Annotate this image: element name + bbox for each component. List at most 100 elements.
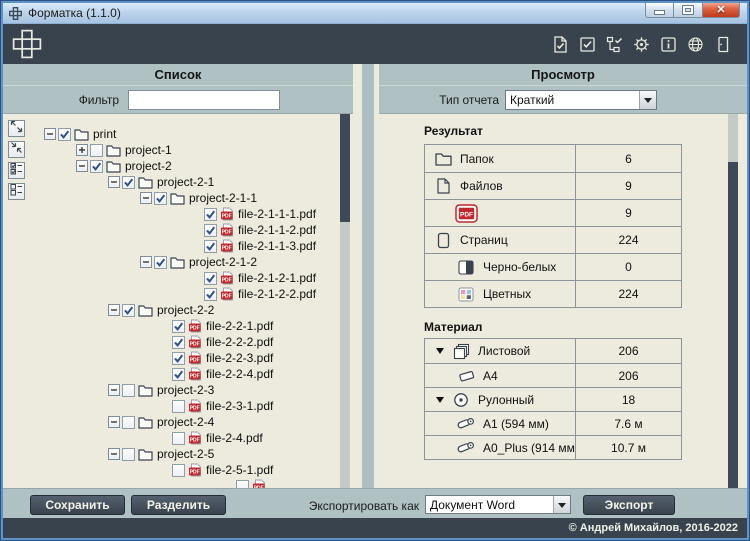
folder-icon <box>138 176 153 189</box>
tree-checkbox[interactable] <box>172 400 185 413</box>
export-button[interactable]: Экспорт <box>583 495 675 515</box>
tree-row-folder[interactable]: project-2-5 <box>3 446 341 462</box>
tree-row-file[interactable]: PDFfile-2-5-1.pdf <box>3 462 341 478</box>
tree-scrollbar-track[interactable] <box>340 222 350 488</box>
tree-row-file[interactable]: PDFfile-2-4.pdf <box>3 430 341 446</box>
tree-checkbox[interactable] <box>122 384 135 397</box>
tree-row-folder[interactable]: project-1 <box>3 142 341 158</box>
tree-checkbox[interactable] <box>172 464 185 477</box>
tree-row-file[interactable]: PDFfile-2-2-1.pdf <box>3 318 341 334</box>
main-toolbar <box>3 24 747 64</box>
export-format-select[interactable]: Документ Word <box>425 495 571 514</box>
tree-expander-minus[interactable] <box>140 256 152 268</box>
bw-pages-icon <box>453 260 479 275</box>
tree-checkbox[interactable] <box>172 320 185 333</box>
material-row: Листовой206 <box>425 339 681 363</box>
settings-gear-icon[interactable] <box>633 36 650 53</box>
panel-splitter[interactable] <box>362 64 374 488</box>
list-panel-title: Список <box>155 67 202 82</box>
tree-row-folder[interactable]: project-2-3 <box>3 382 341 398</box>
pdf-file-icon: PDF <box>188 319 202 333</box>
material-row-value: 206 <box>575 339 681 363</box>
folder-icon <box>138 416 153 429</box>
tree-checkbox[interactable] <box>204 272 217 285</box>
tree-row-folder[interactable]: project-2-1-1 <box>3 190 341 206</box>
collapse-triangle-icon[interactable] <box>436 348 444 354</box>
dropdown-arrow-icon[interactable] <box>639 91 656 109</box>
tree-checkbox[interactable] <box>154 256 167 269</box>
report-scrollbar-thumb[interactable] <box>728 162 738 488</box>
report-scrollbar-track[interactable] <box>728 114 738 162</box>
tree-checkbox[interactable] <box>90 160 103 173</box>
tree-expander-minus[interactable] <box>140 192 152 204</box>
svg-text:PDF: PDF <box>190 342 200 348</box>
result-row-value: 224 <box>575 281 681 307</box>
tree-row-file[interactable]: PDFfile-2-1-1-1.pdf <box>3 206 341 222</box>
tree-item-label: project-2-1-2 <box>189 255 257 269</box>
maximize-button[interactable] <box>674 3 703 18</box>
material-row-label-cell: A4 <box>425 369 575 383</box>
tree-checkbox[interactable] <box>154 192 167 205</box>
info-icon[interactable] <box>660 36 677 53</box>
report-type-select[interactable]: Краткий <box>505 90 657 110</box>
tree-expander-minus[interactable] <box>108 448 120 460</box>
tree-expander-minus[interactable] <box>76 160 88 172</box>
tree-checkbox[interactable] <box>204 240 217 253</box>
tree-checkbox[interactable] <box>204 288 217 301</box>
tree-expander-plus[interactable] <box>76 144 88 156</box>
tree-item-label: file-2-1-1-3.pdf <box>238 239 316 253</box>
save-button[interactable]: Сохранить <box>30 495 125 515</box>
tree-item-label: print <box>93 127 116 141</box>
tree-expander-minus[interactable] <box>108 304 120 316</box>
svg-text:PDF: PDF <box>222 246 232 252</box>
tree-checkbox[interactable] <box>122 416 135 429</box>
tree-row-folder[interactable]: print <box>3 126 341 142</box>
tree-checkbox[interactable] <box>58 128 71 141</box>
tree-row-folder[interactable]: project-2 <box>3 158 341 174</box>
tree-row-file[interactable]: PDFfile-2-1-1-2.pdf <box>3 222 341 238</box>
split-button[interactable]: Разделить <box>131 495 226 515</box>
tree-expander-minus[interactable] <box>108 384 120 396</box>
report-scrollbar[interactable] <box>728 114 738 488</box>
tree-check-icon[interactable] <box>606 36 623 53</box>
tree-row-file[interactable]: PDFfile-2-2-3.pdf <box>3 350 341 366</box>
dropdown-arrow-icon[interactable] <box>553 496 570 513</box>
material-row-label-cell: Листовой <box>425 343 575 360</box>
tree-row-file[interactable]: PDFfile-2-2-2.pdf <box>3 334 341 350</box>
tree-checkbox[interactable] <box>172 368 185 381</box>
report-file-icon[interactable] <box>552 36 569 53</box>
tree-row-folder[interactable]: project-2-1-2 <box>3 254 341 270</box>
tree-checkbox[interactable] <box>204 208 217 221</box>
filter-input[interactable] <box>128 90 280 110</box>
tree-row-file[interactable]: PDF <box>3 478 341 488</box>
tree-checkbox[interactable] <box>236 480 249 489</box>
tree-row-folder[interactable]: project-2-1 <box>3 174 341 190</box>
tree-expander-minus[interactable] <box>44 128 56 140</box>
minimize-button[interactable] <box>645 3 674 18</box>
tree-row-folder[interactable]: project-2-4 <box>3 414 341 430</box>
tree-row-file[interactable]: PDFfile-2-1-2-2.pdf <box>3 286 341 302</box>
tree-row-file[interactable]: PDFfile-2-2-4.pdf <box>3 366 341 382</box>
tree-expander-minus[interactable] <box>108 176 120 188</box>
pdf-file-icon: PDF <box>188 463 202 477</box>
tree-scrollbar[interactable] <box>340 114 350 488</box>
tree-checkbox[interactable] <box>172 336 185 349</box>
tree-row-file[interactable]: PDF file-2-1-1-3.pdf <box>3 238 341 254</box>
tree-checkbox[interactable] <box>172 432 185 445</box>
tree-checkbox[interactable] <box>90 144 103 157</box>
collapse-triangle-icon[interactable] <box>436 397 444 403</box>
tree-row-file[interactable]: PDFfile-2-3-1.pdf <box>3 398 341 414</box>
tree-checkbox[interactable] <box>122 304 135 317</box>
globe-icon[interactable] <box>687 36 704 53</box>
close-button[interactable]: ✕ <box>703 3 740 18</box>
tree-expander-minus[interactable] <box>108 416 120 428</box>
exit-door-icon[interactable] <box>714 36 731 53</box>
tree-scrollbar-thumb[interactable] <box>340 114 350 222</box>
tree-checkbox[interactable] <box>122 176 135 189</box>
tree-row-file[interactable]: PDFfile-2-1-2-1.pdf <box>3 270 341 286</box>
check-report-icon[interactable] <box>579 36 596 53</box>
tree-checkbox[interactable] <box>172 352 185 365</box>
tree-checkbox[interactable] <box>122 448 135 461</box>
tree-checkbox[interactable] <box>204 224 217 237</box>
tree-row-folder[interactable]: project-2-2 <box>3 302 341 318</box>
